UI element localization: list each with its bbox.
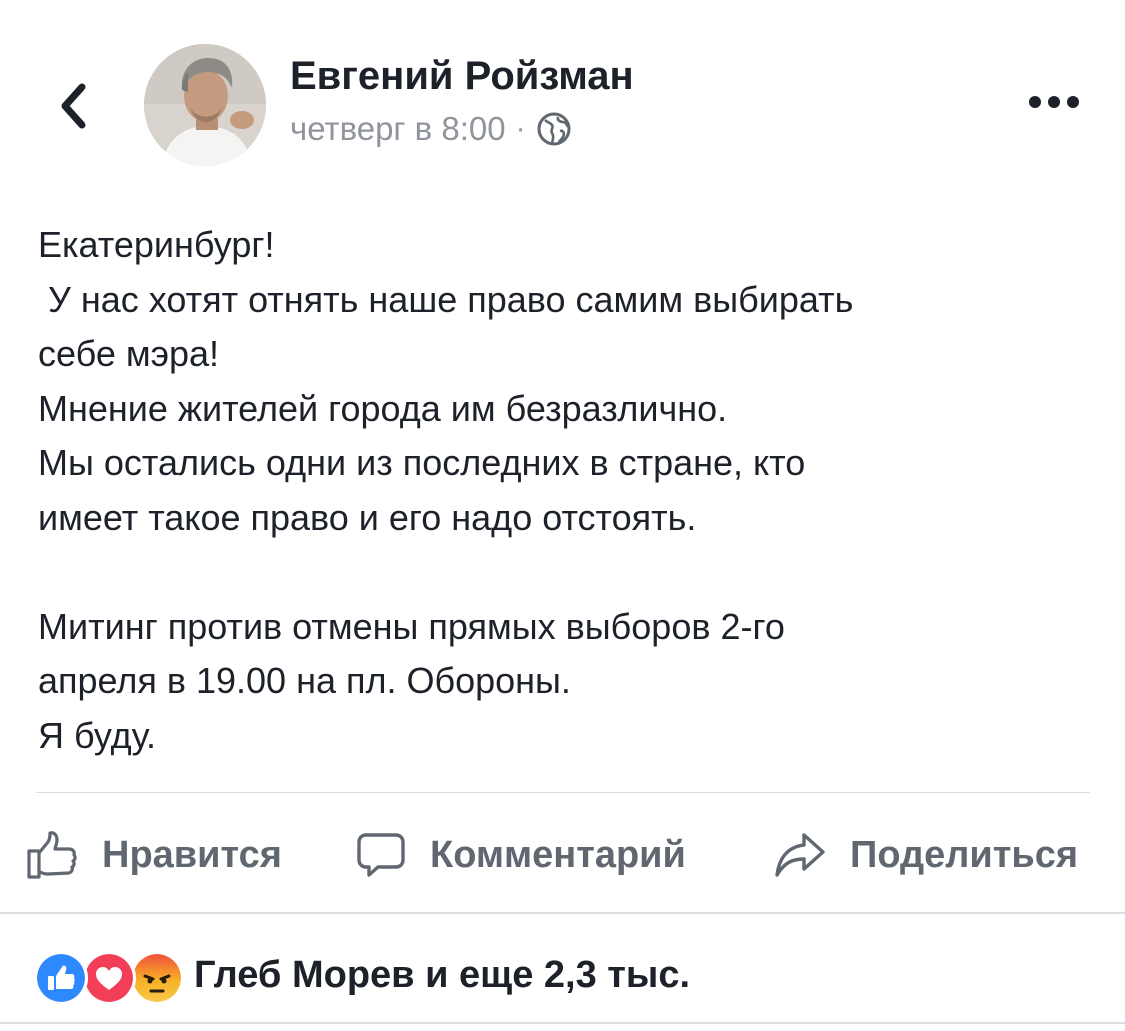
like-label: Нравится <box>102 833 282 876</box>
thumbs-up-icon <box>26 829 78 881</box>
avatar-photo <box>144 44 266 166</box>
avatar[interactable] <box>144 44 266 166</box>
more-horizontal-icon <box>1029 96 1079 108</box>
meta-separator: · <box>515 112 526 145</box>
share-button[interactable]: Поделиться <box>774 820 1078 890</box>
reaction-icons <box>34 947 184 1005</box>
post-line: Екатеринбург! <box>38 224 275 265</box>
post-line: Мнение жителей города им безразлично. <box>38 387 728 429</box>
share-label: Поделиться <box>850 833 1079 876</box>
like-button[interactable]: Нравится <box>26 820 282 890</box>
angry-reaction-icon <box>130 951 184 1005</box>
share-arrow-icon <box>774 830 826 880</box>
comment-label: Комментарий <box>430 833 686 876</box>
post-text: Екатеринбург! У нас хотят отнять наше пр… <box>38 218 1098 763</box>
post-line: Митинг против отмены прямых выборов 2-го <box>38 605 785 647</box>
post-line: У нас хотят отнять наше право самим выби… <box>38 278 854 320</box>
divider <box>0 912 1125 914</box>
back-button[interactable] <box>48 78 98 134</box>
post-meta: четверг в 8:00 · <box>290 110 572 148</box>
post-timestamp[interactable]: четверг в 8:00 <box>290 110 506 148</box>
more-options-button[interactable] <box>1024 80 1084 124</box>
chevron-left-icon <box>61 83 86 129</box>
comment-button[interactable]: Комментарий <box>356 820 686 890</box>
author-name[interactable]: Евгений Ройзман <box>290 54 634 99</box>
post-line: Мы остались одни из последних в стране, … <box>38 442 806 483</box>
post-actions: Нравится Комментарий Поделиться <box>0 820 1125 890</box>
divider <box>0 1022 1125 1024</box>
globe-icon <box>536 111 572 147</box>
comment-bubble-icon <box>356 830 406 880</box>
love-reaction-icon <box>82 951 136 1005</box>
reactions-count-text: Глеб Морев и еще 2,3 тыс. <box>194 953 691 996</box>
like-reaction-icon <box>34 951 88 1005</box>
post-line: Я буду. <box>38 714 157 756</box>
post-line: апреля в 19.00 на пл. Обороны. <box>38 660 571 701</box>
post-line <box>38 545 1098 600</box>
post-line: имеет такое право и его надо отстоять. <box>38 496 697 538</box>
divider <box>36 792 1090 793</box>
post-line: себе мэра! <box>38 333 220 374</box>
reactions-summary[interactable]: Глеб Морев и еще 2,3 тыс. <box>34 944 690 1006</box>
